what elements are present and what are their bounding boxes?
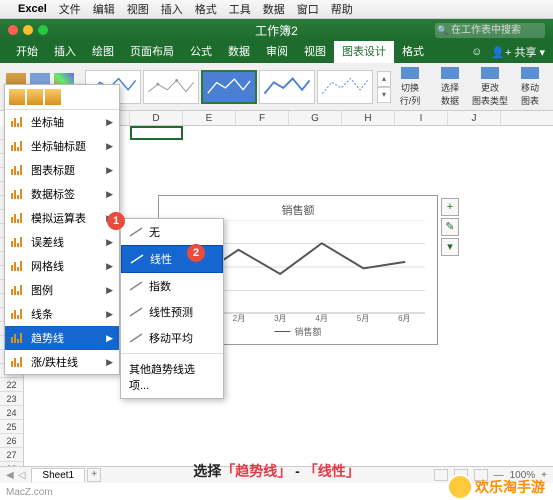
row-header[interactable]: 22 [0, 378, 24, 392]
menu-help[interactable]: 帮助 [331, 1, 353, 17]
chart-style-5[interactable] [317, 70, 373, 104]
titlebar: 工作簿2 在工作表中搜索 [0, 19, 553, 41]
col-header[interactable]: J [448, 111, 501, 125]
dropdown-item-误差线[interactable]: 误差线▶ [5, 230, 119, 254]
tab-review[interactable]: 审阅 [258, 41, 296, 63]
dropdown-item-图例[interactable]: 图例▶ [5, 278, 119, 302]
add-element-dropdown: 坐标轴▶坐标轴标题▶图表标题▶数据标签▶模拟运算表▶误差线▶网格线▶图例▶线条▶… [4, 84, 120, 375]
share-button[interactable]: ☺ 👤+ 共享 ▾ [471, 44, 545, 60]
annotation-badge-2: 2 [187, 244, 205, 262]
tab-home[interactable]: 开始 [8, 41, 46, 63]
chart-styles-button[interactable]: ✎ [441, 218, 459, 236]
ribbon-tabs: 开始 插入 绘图 页面布局 公式 数据 审阅 视图 图表设计 格式 ☺ 👤+ 共… [0, 41, 553, 63]
submenu-item-移动平均[interactable]: 移动平均 [121, 325, 223, 351]
change-chart-type-button[interactable]: 更改图表类型 [471, 67, 509, 107]
tab-formulas[interactable]: 公式 [182, 41, 220, 63]
dropdown-item-网格线[interactable]: 网格线▶ [5, 254, 119, 278]
tab-insert[interactable]: 插入 [46, 41, 84, 63]
dd-icon-2[interactable] [27, 89, 43, 105]
document-title: 工作簿2 [255, 22, 298, 39]
mac-menubar: Excel 文件 编辑 视图 插入 格式 工具 数据 窗口 帮助 [0, 0, 553, 19]
col-header[interactable]: I [395, 111, 448, 125]
zoom-icon[interactable] [38, 25, 48, 35]
tab-draw[interactable]: 绘图 [84, 41, 122, 63]
select-data-button[interactable]: 选择数据 [431, 67, 469, 107]
sheet-nav-prev-icon[interactable]: ◁ [18, 470, 26, 481]
menu-file[interactable]: 文件 [59, 1, 81, 17]
menu-edit[interactable]: 编辑 [93, 1, 115, 17]
dropdown-item-数据标签[interactable]: 数据标签▶ [5, 182, 119, 206]
sheet-tab[interactable]: Sheet1 [31, 468, 85, 482]
dropdown-item-坐标轴[interactable]: 坐标轴▶ [5, 110, 119, 134]
traffic-lights [8, 25, 48, 35]
chart-legend[interactable]: 销售额 [274, 325, 321, 338]
selected-cell[interactable] [130, 126, 183, 140]
chart-filter-button[interactable]: ▾ [441, 238, 459, 256]
dd-icon-1[interactable] [9, 89, 25, 105]
col-header[interactable]: D [130, 111, 183, 125]
switch-row-col-button[interactable]: 切换行/列 [391, 67, 429, 107]
submenu-more-options[interactable]: 其他趋势线选项... [121, 356, 223, 398]
chart-style-4[interactable] [259, 70, 315, 104]
dropdown-item-图表标题[interactable]: 图表标题▶ [5, 158, 119, 182]
menu-insert[interactable]: 插入 [161, 1, 183, 17]
tab-data[interactable]: 数据 [220, 41, 258, 63]
share-icon: 👤+ [491, 46, 511, 59]
menu-tools[interactable]: 工具 [229, 1, 251, 17]
submenu-item-线性[interactable]: 线性 [121, 245, 223, 273]
chart-style-3[interactable] [201, 70, 257, 104]
dropdown-item-坐标轴标题[interactable]: 坐标轴标题▶ [5, 134, 119, 158]
menu-data[interactable]: 数据 [263, 1, 285, 17]
chart-style-2[interactable] [143, 70, 199, 104]
dropdown-item-趋势线[interactable]: 趋势线▶ [5, 326, 119, 350]
watermark-logo: 欢乐淘手游 [447, 474, 545, 500]
app-name[interactable]: Excel [18, 3, 47, 15]
col-header[interactable]: G [289, 111, 342, 125]
minimize-icon[interactable] [23, 25, 33, 35]
watermark-url: MacZ.com [6, 487, 53, 498]
close-icon[interactable] [8, 25, 18, 35]
col-header[interactable]: F [236, 111, 289, 125]
chevron-down-icon: ▾ [539, 46, 545, 59]
dropdown-item-涨/跌柱线[interactable]: 涨/跌柱线▶ [5, 350, 119, 374]
instruction-caption: 选择「趋势线」 - 「线性」 [193, 461, 359, 481]
dropdown-item-模拟运算表[interactable]: 模拟运算表▶ [5, 206, 119, 230]
col-header[interactable]: E [183, 111, 236, 125]
sheet-nav-first-icon[interactable]: ◀ [6, 470, 14, 481]
tab-layout[interactable]: 页面布局 [122, 41, 182, 63]
feedback-icon[interactable]: ☺ [471, 46, 482, 58]
logo-icon [447, 474, 473, 500]
row-header[interactable]: 23 [0, 392, 24, 406]
move-chart-button[interactable]: 移动图表 [511, 67, 549, 107]
row-header[interactable]: 24 [0, 406, 24, 420]
menu-window[interactable]: 窗口 [297, 1, 319, 17]
chart-elements-button[interactable]: + [441, 198, 459, 216]
menu-view[interactable]: 视图 [127, 1, 149, 17]
submenu-item-线性预测[interactable]: 线性预测 [121, 299, 223, 325]
row-header[interactable]: 27 [0, 448, 24, 462]
gallery-down-icon[interactable]: ▾ [377, 87, 391, 103]
tab-format[interactable]: 格式 [394, 41, 432, 63]
tab-view[interactable]: 视图 [296, 41, 334, 63]
share-label: 共享 [514, 44, 536, 60]
add-sheet-button[interactable]: + [87, 468, 101, 482]
submenu-item-指数[interactable]: 指数 [121, 273, 223, 299]
trendline-submenu: 无线性指数线性预测移动平均 其他趋势线选项... [120, 218, 224, 399]
dropdown-item-线条[interactable]: 线条▶ [5, 302, 119, 326]
annotation-badge-1: 1 [107, 212, 125, 230]
normal-view-icon[interactable] [434, 469, 448, 481]
row-header[interactable]: 25 [0, 420, 24, 434]
search-input[interactable]: 在工作表中搜索 [435, 23, 545, 38]
col-header[interactable]: H [342, 111, 395, 125]
chart-styles-gallery: ▴ ▾ [85, 70, 391, 104]
dd-icon-3[interactable] [45, 89, 61, 105]
row-header[interactable]: 26 [0, 434, 24, 448]
chart-title[interactable]: 销售额 [159, 202, 437, 218]
gallery-up-icon[interactable]: ▴ [377, 71, 391, 87]
submenu-item-无[interactable]: 无 [121, 219, 223, 245]
tab-chart-design[interactable]: 图表设计 [334, 41, 394, 63]
menu-format[interactable]: 格式 [195, 1, 217, 17]
